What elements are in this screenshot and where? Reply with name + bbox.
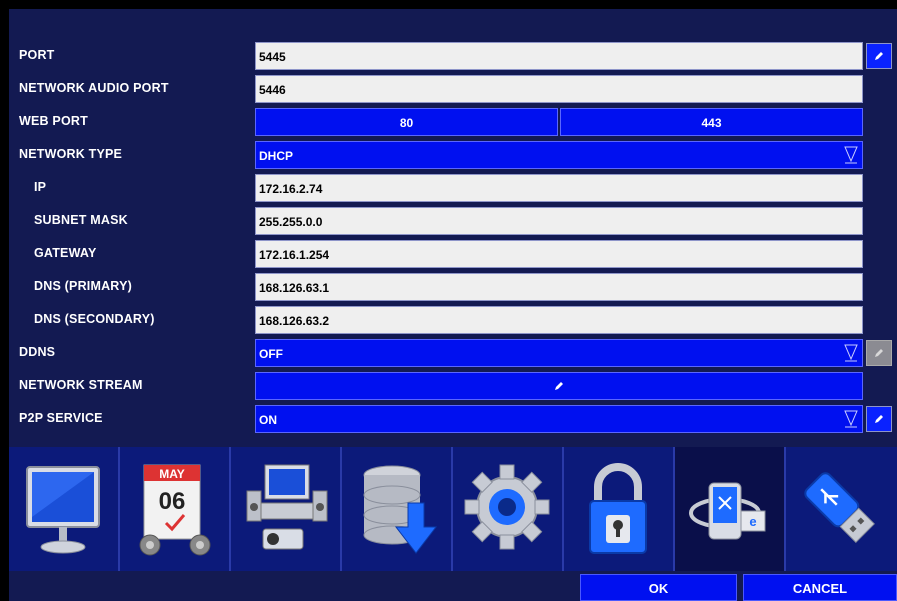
setting-label: P2P SERVICE xyxy=(19,411,103,425)
calendar-icon: MAY 06 xyxy=(139,464,211,556)
setting-row-network-audio-port: NETWORK AUDIO PORT 5446 xyxy=(9,75,897,103)
display-monitor-icon xyxy=(26,466,100,554)
subnet-mask-field[interactable]: 255.255.0.0 xyxy=(255,207,863,235)
menu-tile-device[interactable] xyxy=(231,447,342,571)
ddns-dropdown[interactable]: OFF xyxy=(255,339,863,367)
setting-row-network-type: NETWORK TYPE DHCP xyxy=(9,141,897,169)
setting-label: DDNS xyxy=(19,345,56,359)
setting-label: WEB PORT xyxy=(19,114,88,128)
setting-label: DNS (PRIMARY) xyxy=(34,279,132,293)
setting-label: NETWORK STREAM xyxy=(19,378,143,392)
footer-bar: OK CANCEL xyxy=(9,574,897,601)
menu-tile-usb[interactable] xyxy=(786,447,897,571)
setting-row-subnet-mask: SUBNET MASK 255.255.0.0 xyxy=(9,207,897,235)
network-audio-port-field[interactable]: 5446 xyxy=(255,75,863,103)
dropdown-arrow-icon xyxy=(844,146,858,164)
dropdown-value: DHCP xyxy=(259,149,294,163)
menu-tile-calendar[interactable]: MAY 06 xyxy=(120,447,231,571)
port-edit-button[interactable] xyxy=(866,43,892,69)
setting-row-dns-secondary: DNS (SECONDARY) 168.126.63.2 xyxy=(9,306,897,334)
p2p-service-dropdown[interactable]: ON xyxy=(255,405,863,433)
lock-icon xyxy=(589,463,647,554)
svg-text:e: e xyxy=(749,514,756,529)
setting-row-gateway: GATEWAY 172.16.1.254 xyxy=(9,240,897,268)
ip-field[interactable]: 172.16.2.74 xyxy=(255,174,863,202)
gateway-field[interactable]: 172.16.1.254 xyxy=(255,240,863,268)
pencil-icon xyxy=(875,415,883,423)
pencil-icon xyxy=(875,349,883,357)
setting-label: DNS (SECONDARY) xyxy=(34,312,155,326)
dns-primary-field[interactable]: 168.126.63.1 xyxy=(255,273,863,301)
network-stream-button[interactable] xyxy=(255,372,863,400)
setting-label: NETWORK AUDIO PORT xyxy=(19,81,169,95)
dropdown-arrow-icon xyxy=(844,344,858,362)
dropdown-value: OFF xyxy=(259,347,283,361)
setting-row-network-stream: NETWORK STREAM xyxy=(9,372,897,400)
menu-tile-security[interactable] xyxy=(564,447,675,571)
setting-row-dns-primary: DNS (PRIMARY) 168.126.63.1 xyxy=(9,273,897,301)
setting-label: NETWORK TYPE xyxy=(19,147,123,161)
p2p-edit-button[interactable] xyxy=(866,406,892,432)
setting-label: IP xyxy=(34,180,47,194)
storage-backup-icon xyxy=(363,465,438,554)
dns-secondary-field[interactable]: 168.126.63.2 xyxy=(255,306,863,334)
network-settings-screen: PORT 5445 NETWORK AUDIO PORT 5446 WEB PO… xyxy=(9,9,897,601)
calendar-month: MAY xyxy=(159,467,185,481)
setting-label: PORT xyxy=(19,48,55,62)
menu-tile-storage[interactable] xyxy=(342,447,453,571)
cancel-button[interactable]: CANCEL xyxy=(743,574,897,601)
menu-icon-bar: MAY 06 e xyxy=(9,447,897,571)
setting-row-ip: IP 172.16.2.74 xyxy=(9,174,897,202)
ok-button[interactable]: OK xyxy=(580,574,737,601)
menu-tile-display[interactable] xyxy=(9,447,120,571)
network-type-dropdown[interactable]: DHCP xyxy=(255,141,863,169)
web-port-https-field[interactable]: 443 xyxy=(560,108,863,136)
calendar-day: 06 xyxy=(159,488,186,515)
dropdown-value: ON xyxy=(259,413,277,427)
port-field[interactable]: 5445 xyxy=(255,42,863,70)
device-icon xyxy=(246,464,328,550)
menu-tile-system[interactable] xyxy=(453,447,564,571)
network-icon: e xyxy=(689,482,766,540)
usb-icon xyxy=(804,472,875,543)
setting-row-port: PORT 5445 xyxy=(9,42,897,70)
setting-label: GATEWAY xyxy=(34,246,97,260)
setting-row-web-port: WEB PORT 80 443 xyxy=(9,108,897,136)
pencil-icon xyxy=(875,52,883,60)
gear-icon xyxy=(464,464,550,550)
ddns-edit-button[interactable] xyxy=(866,340,892,366)
dropdown-arrow-icon xyxy=(844,410,858,428)
pencil-icon xyxy=(555,382,563,390)
menu-tile-network[interactable]: e xyxy=(675,447,786,571)
web-port-http-field[interactable]: 80 xyxy=(255,108,558,136)
setting-row-ddns: DDNS OFF xyxy=(9,339,897,367)
setting-row-p2p-service: P2P SERVICE ON xyxy=(9,405,897,433)
setting-label: SUBNET MASK xyxy=(34,213,128,227)
